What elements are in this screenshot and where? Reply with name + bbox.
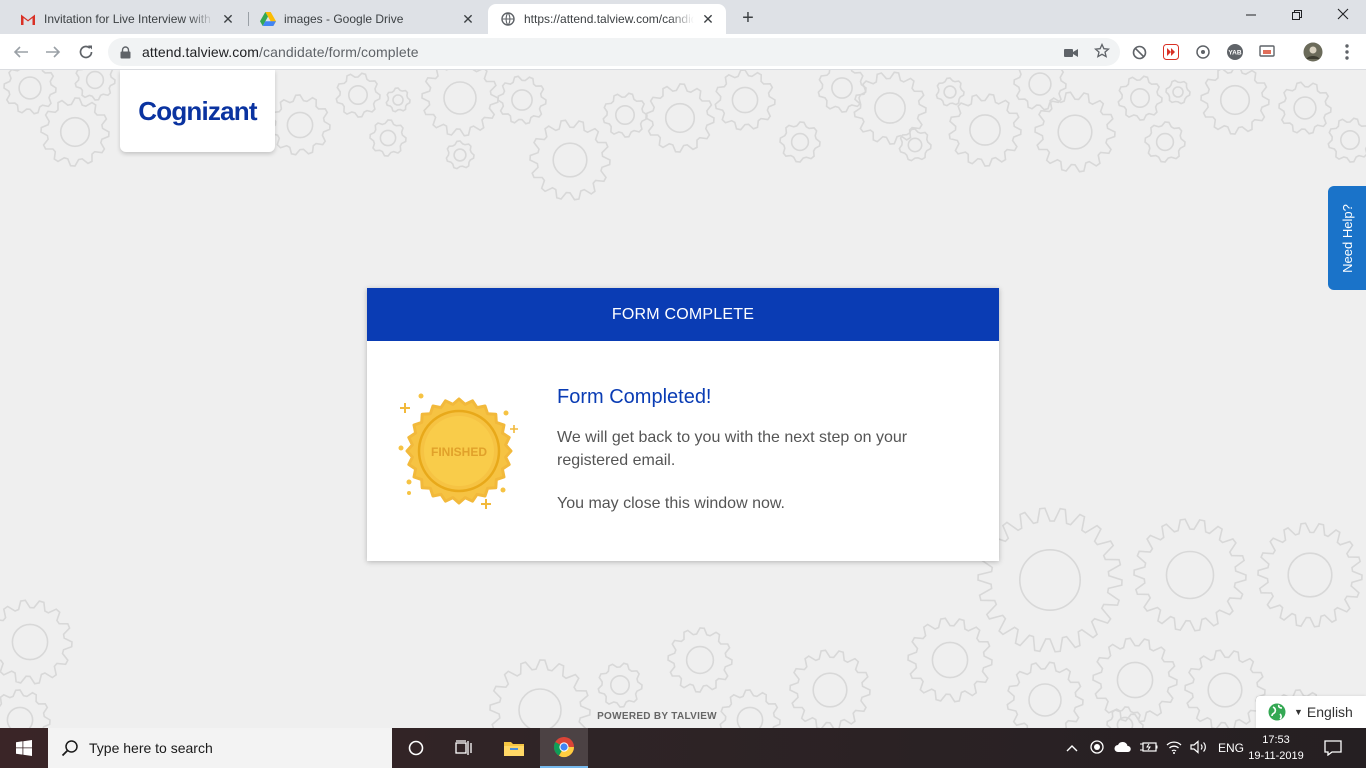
chrome-menu-icon[interactable] [1338, 43, 1356, 61]
minimize-icon[interactable] [1228, 0, 1274, 30]
lock-icon[interactable] [120, 45, 132, 59]
address-bar[interactable]: attend.talview.com/candidate/form/comple… [108, 38, 1120, 66]
taskbar-clock[interactable]: 17:53 19-11-2019 [1240, 732, 1312, 764]
reload-icon[interactable] [74, 40, 98, 64]
search-icon [61, 740, 78, 757]
taskbar-search-box[interactable]: Type here to search [48, 728, 392, 768]
restore-icon[interactable] [1274, 0, 1320, 30]
volume-icon[interactable] [1190, 739, 1208, 757]
clock-date: 19-11-2019 [1248, 750, 1304, 762]
next-step-message: We will get back to you with the next st… [557, 429, 908, 469]
windows-start-icon[interactable] [0, 728, 48, 768]
search-placeholder: Type here to search [89, 740, 213, 756]
tab-title: Invitation for Live Interview with Cogni… [44, 12, 214, 26]
forward-arrow-icon[interactable] [41, 40, 65, 64]
chrome-taskbar-icon[interactable] [540, 728, 588, 768]
card-header: FORM COMPLETE [367, 288, 999, 341]
page-content: Cognizant Need Help? FORM COMPLETE FINIS… [0, 70, 1366, 728]
browser-tab-strip: Invitation for Live Interview with Cogni… [0, 0, 1366, 34]
language-selector[interactable]: ▼ English [1256, 696, 1366, 728]
tab-title: images - Google Drive [284, 12, 404, 26]
video-speed-extension-icon[interactable] [1162, 43, 1180, 61]
cast-extension-icon[interactable] [1258, 43, 1276, 61]
windows-taskbar: Type here to search ENG 17:53 19-11-2019 [0, 728, 1366, 768]
form-complete-card: FORM COMPLETE FINISHED Form Completed! W… [367, 288, 999, 561]
tab-google-drive[interactable]: images - Google Drive ✕ [248, 4, 486, 34]
finished-badge-icon: FINISHED [398, 393, 518, 509]
tab-talview[interactable]: https://attend.talview.com/candidate/for… [488, 4, 726, 34]
gmail-icon [20, 11, 36, 27]
task-view-icon[interactable] [440, 728, 488, 768]
profile-avatar[interactable] [1302, 41, 1324, 63]
need-help-button[interactable]: Need Help? [1328, 186, 1366, 290]
cortana-icon[interactable] [392, 728, 440, 768]
system-tray: ENG [1066, 728, 1244, 768]
tab-title: https://attend.talview.com/candidate/for… [524, 12, 694, 26]
globe-icon [1268, 703, 1286, 721]
wifi-icon[interactable] [1166, 740, 1182, 757]
svg-text:YAB: YAB [1228, 50, 1241, 57]
onedrive-cloud-icon[interactable] [1114, 741, 1132, 756]
tab-gmail[interactable]: Invitation for Live Interview with Cogni… [8, 4, 246, 34]
tab-close-icon[interactable]: ✕ [220, 11, 236, 27]
back-arrow-icon[interactable] [9, 40, 33, 64]
tab-close-icon[interactable]: ✕ [460, 11, 476, 27]
browser-toolbar: attend.talview.com/candidate/form/comple… [0, 34, 1366, 70]
badge-label: FINISHED [431, 445, 487, 459]
battery-charging-icon[interactable] [1140, 741, 1158, 756]
close-window-message: You may close this window now. [557, 495, 785, 512]
bookmark-star-icon[interactable] [1093, 42, 1111, 64]
tab-close-icon[interactable]: ✕ [700, 11, 716, 27]
language-label: English [1306, 704, 1353, 720]
url-host: attend.talview.com [142, 44, 259, 60]
need-help-label: Need Help? [1339, 203, 1355, 273]
yab-extension-icon[interactable]: YAB [1226, 43, 1244, 61]
cognizant-logo-card: Cognizant [120, 70, 275, 152]
globe-icon [500, 11, 516, 27]
record-icon[interactable] [1090, 739, 1104, 757]
url-text: attend.talview.com/candidate/form/comple… [142, 44, 419, 60]
tray-overflow-chevron-icon[interactable] [1066, 741, 1078, 755]
powered-by-talview: POWERED BY TALVIEW [597, 711, 717, 722]
caret-down-icon: ▼ [1294, 707, 1303, 717]
file-explorer-icon[interactable] [490, 728, 538, 768]
grammar-extension-icon[interactable] [1194, 43, 1212, 61]
block-icon[interactable] [1130, 43, 1148, 61]
camera-icon[interactable] [1064, 45, 1078, 63]
close-window-icon[interactable] [1320, 0, 1366, 30]
form-completed-title: Form Completed! [557, 386, 712, 408]
google-drive-icon [260, 11, 276, 27]
clock-time: 17:53 [1262, 734, 1290, 746]
cognizant-logo: Cognizant [138, 95, 257, 126]
url-path: /candidate/form/complete [258, 44, 419, 60]
notifications-icon[interactable] [1310, 728, 1356, 768]
new-tab-plus-icon[interactable]: + [736, 7, 760, 31]
